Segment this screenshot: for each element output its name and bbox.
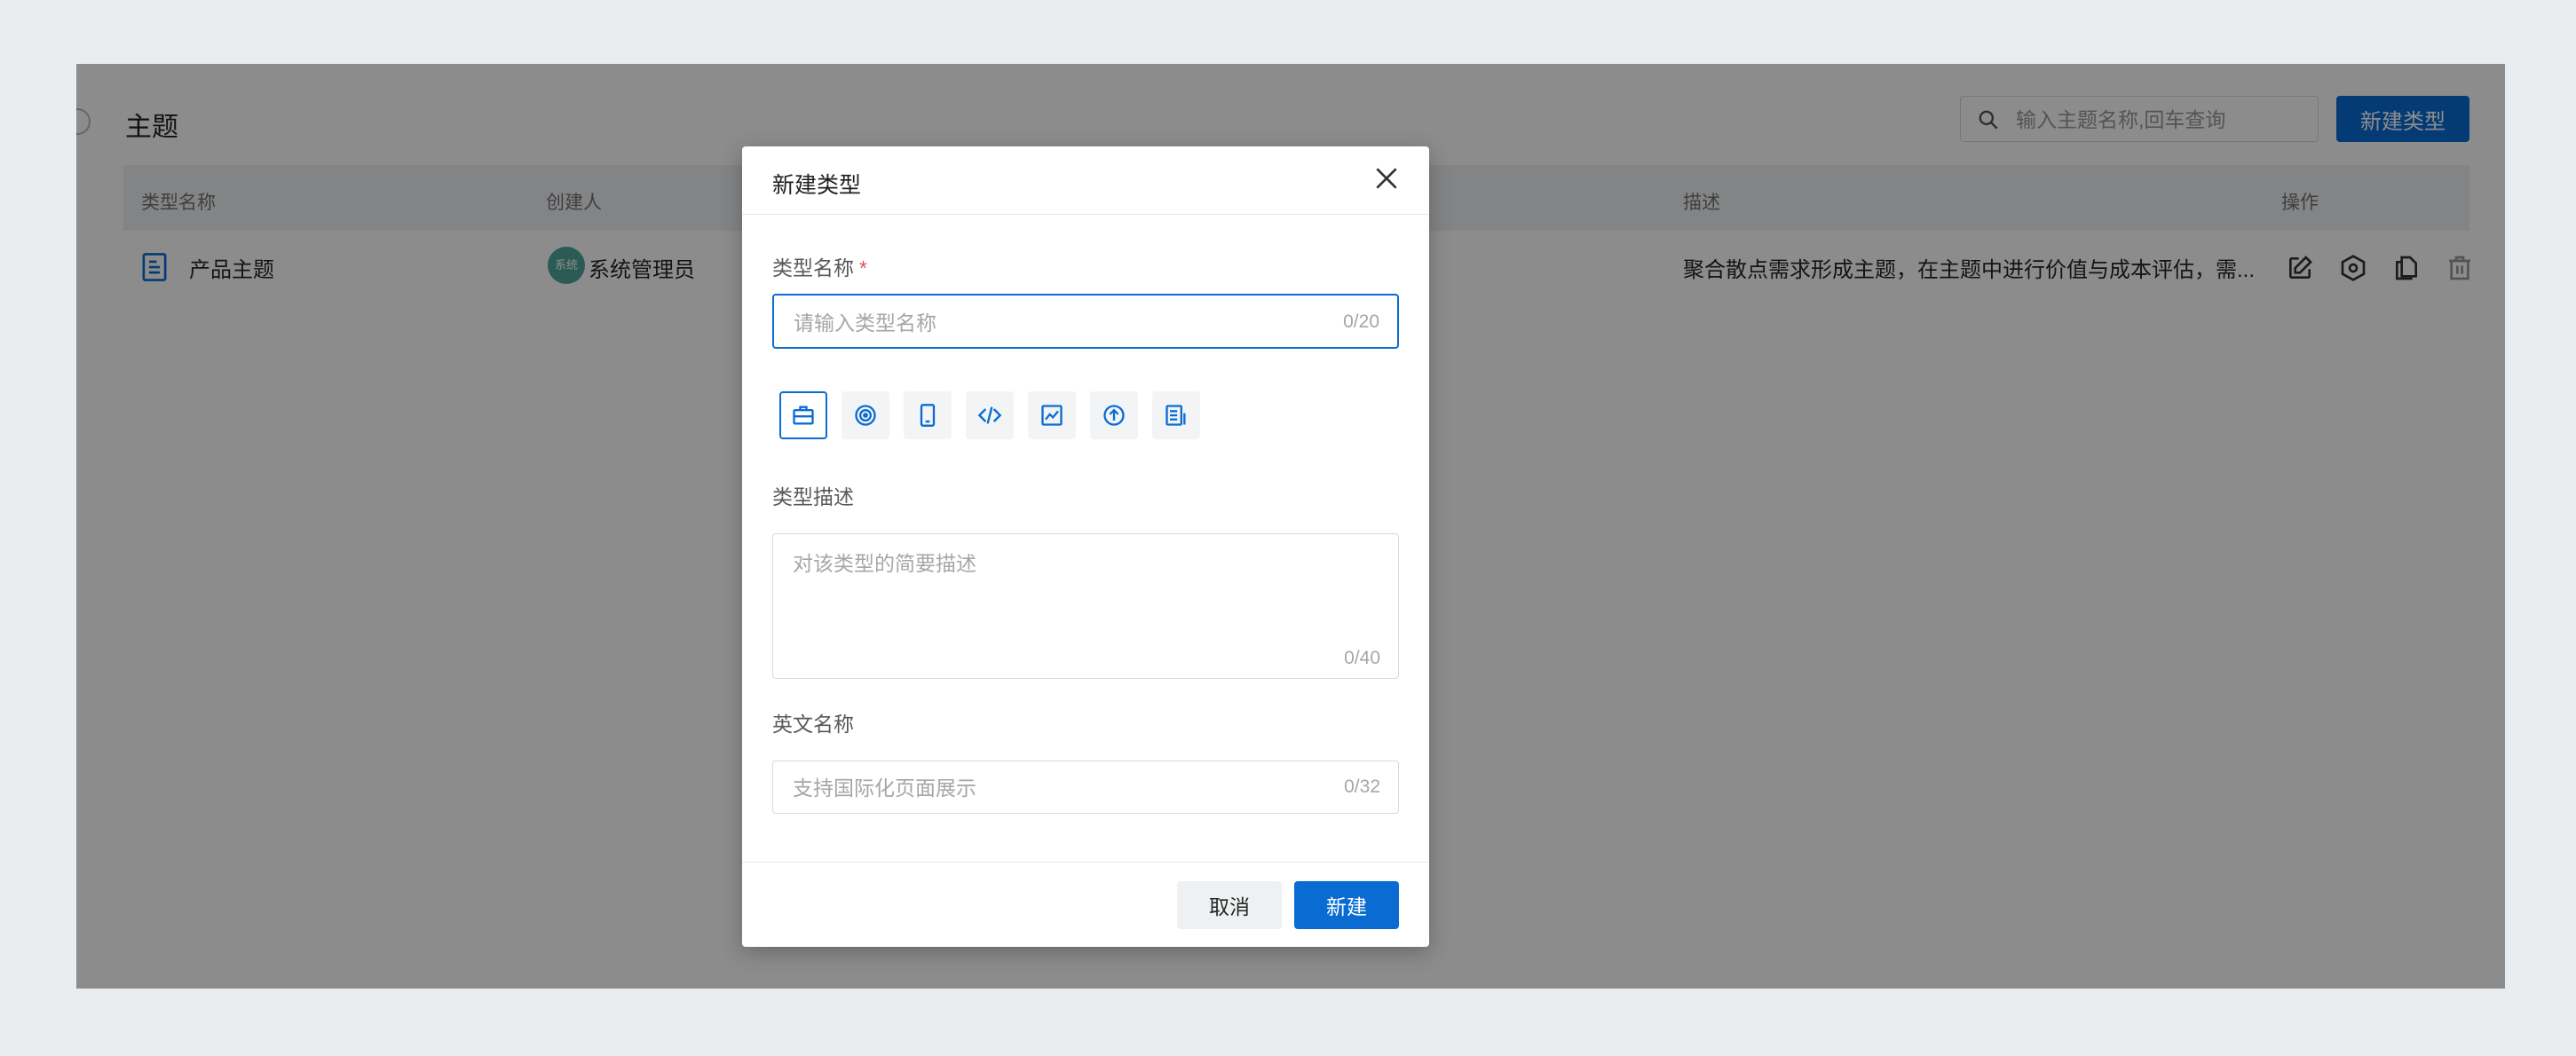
english-name-counter: 0/32 [1344,776,1380,797]
briefcase-icon [793,406,814,425]
create-button[interactable]: 新建 [1294,881,1399,929]
type-desc-label: 类型描述 [772,485,854,508]
icon-option-briefcase[interactable] [779,391,827,439]
chart-icon [1041,405,1063,426]
icon-option-upload[interactable] [1090,391,1138,439]
type-desc-field[interactable]: 0/40 [772,533,1399,679]
type-name-field[interactable]: 0/20 [772,294,1399,349]
type-name-label-text: 类型名称 [772,256,854,280]
new-type-dialog: 新建类型 类型名称* 0/20 [742,146,1429,947]
english-name-label: 英文名称 [772,713,854,736]
upload-icon [1103,405,1125,426]
icon-option-report[interactable] [1152,391,1200,439]
close-icon[interactable] [1372,164,1401,193]
dialog-title: 新建类型 [772,173,862,198]
type-desc-textarea[interactable] [791,545,1380,637]
icon-option-code[interactable] [966,391,1014,439]
type-name-counter: 0/20 [1343,311,1379,332]
required-mark: * [859,256,867,280]
target-icon [855,405,876,426]
cancel-button[interactable]: 取消 [1177,881,1282,929]
type-name-input[interactable] [792,305,1310,341]
icon-option-target[interactable] [842,391,889,439]
icon-option-chart[interactable] [1028,391,1076,439]
type-desc-counter: 0/40 [1344,648,1380,668]
english-name-input[interactable] [791,770,1309,806]
code-icon [977,406,1002,424]
divider [742,862,1429,863]
divider [742,214,1429,215]
type-name-label: 类型名称 * [772,251,867,281]
report-icon [1166,405,1186,426]
icon-option-phone[interactable] [904,391,952,439]
phone-icon [920,404,936,427]
english-name-field[interactable]: 0/32 [772,760,1399,814]
